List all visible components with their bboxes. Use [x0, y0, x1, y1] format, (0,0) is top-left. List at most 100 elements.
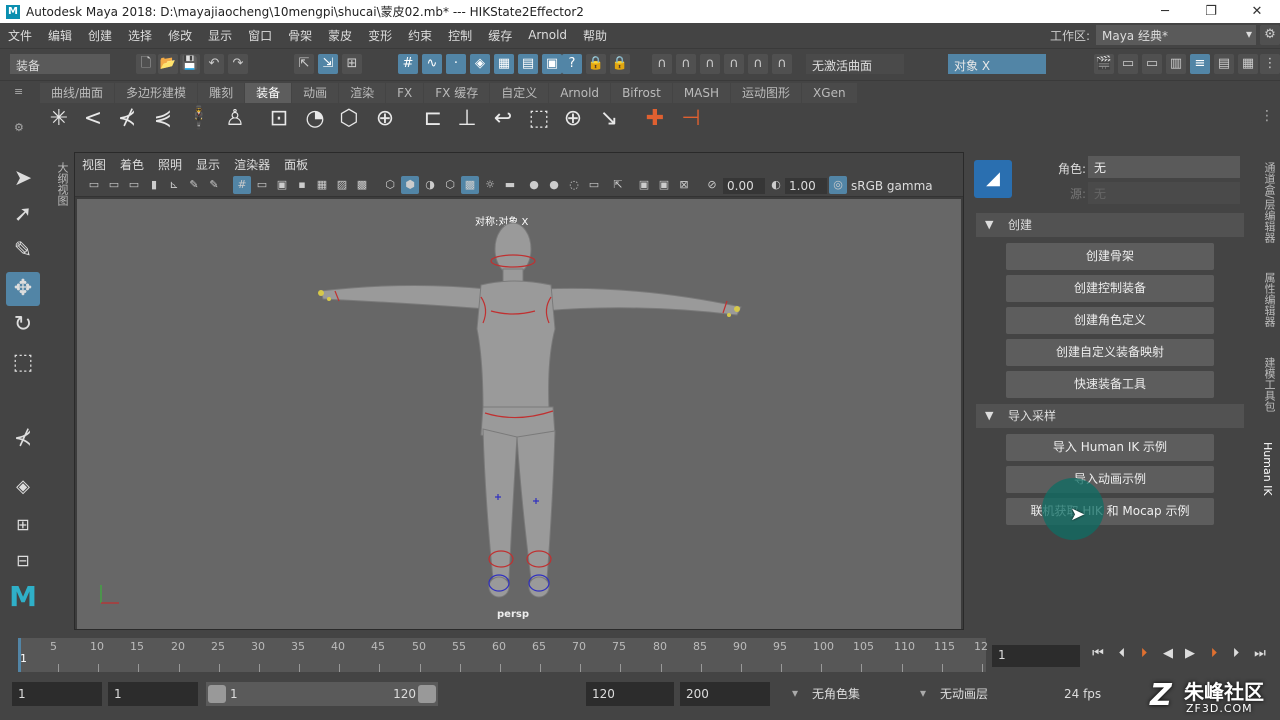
- ik-handle-icon[interactable]: <: [78, 104, 108, 134]
- xray-joints-icon[interactable]: ▣: [655, 176, 673, 194]
- anim-layer-dropdown[interactable]: 无动画层: [934, 682, 1044, 706]
- isolate-select-icon[interactable]: ⇱: [609, 176, 627, 194]
- undo-icon[interactable]: ↶: [204, 54, 224, 74]
- shelf-tab-mash[interactable]: MASH: [672, 83, 731, 103]
- select-hierarchy-icon[interactable]: ⇱: [294, 54, 314, 74]
- vp-menu-renderer[interactable]: 渲染器: [227, 156, 277, 173]
- playback-start-field[interactable]: 1: [108, 682, 198, 706]
- menu-help[interactable]: 帮助: [575, 27, 615, 44]
- minimize-button[interactable]: ─: [1142, 0, 1188, 23]
- step-forward-frame-icon[interactable]: ⏵: [1204, 644, 1224, 664]
- 2d-pan-icon[interactable]: ⊾: [165, 176, 183, 194]
- shelf-tab-sculpt[interactable]: 雕刻: [198, 83, 245, 103]
- create-joint-icon[interactable]: ✳: [44, 104, 74, 134]
- magnet-4-icon[interactable]: ∩: [724, 54, 744, 74]
- animation-end-field[interactable]: 200: [680, 682, 770, 706]
- textured-icon[interactable]: ▩: [461, 176, 479, 194]
- vp-menu-show[interactable]: 显示: [189, 156, 227, 173]
- move-tool-icon[interactable]: ✥: [6, 272, 40, 306]
- tool-settings-toggle-icon[interactable]: ▦: [1238, 54, 1258, 74]
- render-settings-icon[interactable]: ▥: [1166, 54, 1186, 74]
- step-back-frame-icon[interactable]: ⏵: [1134, 644, 1154, 664]
- range-start-handle[interactable]: [208, 685, 226, 703]
- rotate-tool-icon[interactable]: ↻: [6, 308, 40, 342]
- workspace-dropdown[interactable]: Maya 经典*: [1096, 25, 1256, 45]
- resolution-gate-icon[interactable]: ▣: [273, 176, 291, 194]
- menu-file[interactable]: 文件: [0, 27, 40, 44]
- hik-character-icon[interactable]: 🕴: [184, 104, 214, 134]
- render-view-icon[interactable]: ▣: [542, 54, 562, 74]
- snap-view-icon[interactable]: ◈: [470, 54, 490, 74]
- bind-skin-icon[interactable]: ⊡: [264, 104, 294, 134]
- live-surface-field[interactable]: 无激活曲面: [806, 54, 904, 74]
- snap-curve-icon[interactable]: ∿: [422, 54, 442, 74]
- menu-select[interactable]: 选择: [120, 27, 160, 44]
- exposure-field[interactable]: 0.00: [723, 178, 765, 194]
- ipr-icon[interactable]: ▭: [1142, 54, 1162, 74]
- hik-menu-icon[interactable]: ◢: [974, 160, 1012, 198]
- history-icon[interactable]: ▤: [518, 54, 538, 74]
- persp-outliner-icon[interactable]: ⊟: [6, 544, 40, 578]
- shelf-tab-animation[interactable]: 动画: [292, 83, 339, 103]
- select-tool-icon[interactable]: ➤: [6, 162, 40, 196]
- lattice-icon[interactable]: ⬡: [334, 104, 364, 134]
- grease-pencil-2-icon[interactable]: ✎: [205, 176, 223, 194]
- smooth-bind-icon[interactable]: ◔: [300, 104, 330, 134]
- wire-icon[interactable]: ↩: [488, 104, 518, 134]
- render-frame-icon[interactable]: 🎬: [1094, 54, 1114, 74]
- lasso-tool-icon[interactable]: ➚: [6, 198, 40, 232]
- motion-blur-icon[interactable]: ●: [545, 176, 563, 194]
- paint-select-icon[interactable]: ✎: [6, 234, 40, 268]
- cluster-icon[interactable]: ⊕: [370, 104, 400, 134]
- time-ruler[interactable]: 1 5 10 15 20 25 30 35 40 45 50 55 60 65 70 75 80 85 90 95 1…: [18, 638, 988, 672]
- fps-dropdown[interactable]: 24 fps: [1058, 682, 1148, 706]
- range-slider[interactable]: 1 120: [206, 682, 438, 706]
- maximize-button[interactable]: ❐: [1188, 0, 1234, 23]
- menu-control[interactable]: 控制: [440, 27, 480, 44]
- current-frame-field[interactable]: 1: [992, 645, 1080, 667]
- menu-deform[interactable]: 变形: [360, 27, 400, 44]
- tab-attribute-editor[interactable]: 属性编辑器: [1261, 272, 1277, 327]
- orient-constraint-icon[interactable]: ✚: [640, 104, 670, 134]
- go-to-end-icon[interactable]: ⏭: [1250, 644, 1270, 664]
- menu-windows[interactable]: 窗口: [240, 27, 280, 44]
- aa-icon[interactable]: ◌: [565, 176, 583, 194]
- step-back-key-icon[interactable]: ⏴: [1112, 644, 1132, 664]
- go-to-start-icon[interactable]: ⏮: [1088, 644, 1108, 664]
- tab-human-ik[interactable]: Human IK: [1261, 442, 1274, 496]
- default-material-icon[interactable]: ◑: [421, 176, 439, 194]
- hik-skeleton-icon[interactable]: ♙: [220, 104, 250, 134]
- shelf-tab-fx-cache[interactable]: FX 缓存: [424, 83, 490, 103]
- vp-menu-view[interactable]: 视图: [75, 156, 113, 173]
- bookmark-icon[interactable]: ▭: [125, 176, 143, 194]
- magnet-1-icon[interactable]: ∩: [652, 54, 672, 74]
- shelf-tab-custom[interactable]: 自定义: [490, 83, 549, 103]
- wireframe-on-shaded-icon[interactable]: ⬡: [441, 176, 459, 194]
- shelf-tab-poly[interactable]: 多边形建模: [115, 83, 198, 103]
- create-custom-rig-mapping-button[interactable]: 创建自定义装备映射: [1006, 339, 1214, 366]
- menu-display[interactable]: 显示: [200, 27, 240, 44]
- playback-end-field[interactable]: 120: [586, 682, 674, 706]
- playhead[interactable]: [18, 638, 21, 672]
- safe-action-icon[interactable]: ▨: [333, 176, 351, 194]
- shelf-menu-icon[interactable]: ≡: [14, 85, 23, 98]
- magnet-2-icon[interactable]: ∩: [676, 54, 696, 74]
- wrap-icon[interactable]: ⊥: [452, 104, 482, 134]
- menu-edit[interactable]: 编辑: [40, 27, 80, 44]
- range-end-handle[interactable]: [418, 685, 436, 703]
- menu-constrain[interactable]: 约束: [400, 27, 440, 44]
- shelf-tab-rigging[interactable]: 装备: [245, 83, 292, 103]
- scale-tool-icon[interactable]: ⬚: [6, 346, 40, 380]
- menuset-dropdown[interactable]: 装备: [10, 54, 110, 74]
- symmetry-dropdown[interactable]: 对象 X: [948, 54, 1046, 74]
- play-backward-icon[interactable]: ◀: [1158, 644, 1178, 664]
- menu-modify[interactable]: 修改: [160, 27, 200, 44]
- animation-start-field[interactable]: 1: [12, 682, 102, 706]
- shelf-tab-bifrost[interactable]: Bifrost: [611, 83, 672, 103]
- attr-editor-toggle-icon[interactable]: ≡: [1190, 54, 1210, 74]
- shelf-tab-rendering[interactable]: 渲染: [339, 83, 386, 103]
- magnet-6-icon[interactable]: ∩: [772, 54, 792, 74]
- lights-icon[interactable]: ☼: [481, 176, 499, 194]
- aim-constraint-icon[interactable]: ↘: [594, 104, 624, 134]
- vp-menu-panels[interactable]: 面板: [277, 156, 315, 173]
